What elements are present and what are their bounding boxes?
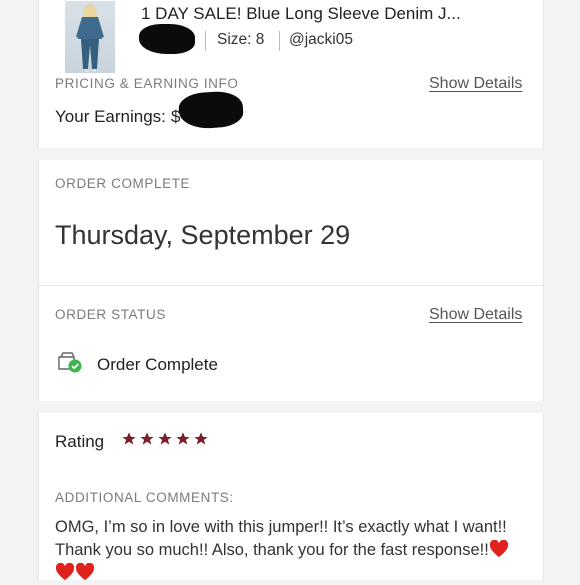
redacted-price [139,24,195,54]
star-icon [194,432,208,445]
product-thumbnail[interactable] [65,1,115,73]
rating-label: Rating [55,432,105,451]
star-icon [176,432,190,445]
divider [39,285,543,286]
seller-username[interactable]: @jacki05 [289,31,353,49]
order-card: ORDER COMPLETE Thursday, September 29 OR… [38,160,544,401]
star-icon [122,432,136,445]
red-heart-icon [75,563,95,581]
redacted-earnings [177,89,245,131]
comment-text: OMG, I’m so in love with this jumper!! I… [55,518,507,559]
order-complete-heading: ORDER COMPLETE [55,176,191,191]
order-complete-date: Thursday, September 29 [55,220,351,250]
red-heart-icon [489,540,508,558]
rating-card: Rating ADDITIONAL COMMENTS: OMG, I’m so … [38,413,544,581]
model-image-icon [76,4,104,72]
order-status-text: Order Complete [97,355,218,374]
star-icon [158,432,172,445]
order-complete-icon [58,352,82,373]
order-show-details-link[interactable]: Show Details [429,306,522,324]
listing-card: 1 DAY SALE! Blue Long Sleeve Denim J... … [38,0,544,148]
comments-heading: ADDITIONAL COMMENTS: [55,490,234,505]
red-heart-icon [55,563,75,581]
rating-stars [121,431,209,447]
order-status-heading: ORDER STATUS [55,307,166,322]
divider [205,31,206,51]
star-icon [140,432,154,445]
pricing-heading: PRICING & EARNING INFO [55,76,239,91]
comment-body: OMG, I’m so in love with this jumper!! I… [55,516,531,585]
divider [279,31,280,51]
earnings-label: Your Earnings: [55,107,166,126]
pricing-show-details-link[interactable]: Show Details [429,75,522,93]
listing-size: Size: 8 [217,31,265,48]
listing-title[interactable]: 1 DAY SALE! Blue Long Sleeve Denim J... [141,4,461,24]
